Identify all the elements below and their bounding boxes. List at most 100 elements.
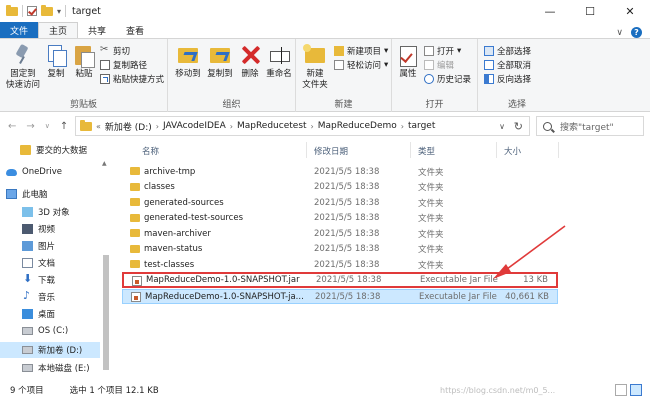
invert-selection-icon [484,74,494,84]
column-header-type[interactable]: 类型 [418,143,435,159]
item-count: 9 个项目 [10,386,44,396]
folder-icon [130,182,140,191]
organize-group: 移动到 复制到 删除 重命名 组织 [168,39,296,112]
copy-to-button[interactable]: 复制到 [206,43,234,80]
copy-icon [45,43,67,67]
new-folder-quick-icon[interactable] [41,4,53,16]
file-row[interactable]: test-classes 2021/5/5 18:38 文件夹 [122,257,558,272]
nav-item-drive-e[interactable]: 本地磁盘 (E:) [0,360,112,376]
video-icon [22,224,33,234]
nav-scrollbar[interactable]: ▲ [102,160,110,375]
ribbon-tabs: 文件 主页 共享 查看 ∨ ? [0,22,650,38]
file-list: 名称 修改日期 类型 大小 archive-tmp 2021/5/5 18:38… [118,140,650,380]
tab-view[interactable]: 查看 [116,22,154,38]
this-pc-icon [6,189,17,199]
search-box[interactable]: 搜索"target" [536,116,644,136]
nav-item-downloads[interactable]: 下载 [0,272,112,288]
paste-button[interactable]: 粘贴 [72,43,96,80]
address-bar[interactable]: « 新加卷 (D:) › JAVAcodeIDEA › MapReducetes… [75,116,530,136]
paste-shortcut-icon [100,74,110,84]
copy-path-button[interactable]: 复制路径 [100,59,147,71]
file-row[interactable]: maven-status 2021/5/5 18:38 文件夹 [122,242,558,257]
properties-button[interactable]: 属性 [396,43,420,80]
breadcrumb-target[interactable]: target [408,121,435,131]
minimize-button[interactable]: — [530,0,570,22]
breadcrumb-mapreducetest[interactable]: MapReducetest [237,121,307,131]
quick-access-dropdown-icon[interactable]: ▾ [57,7,61,16]
nav-item-drive-c[interactable]: OS (C:) [0,323,112,339]
cut-button[interactable]: 剪切 [100,44,130,57]
tab-home[interactable]: 主页 [38,22,79,38]
history-button[interactable]: 历史记录 [424,73,471,85]
nav-item-videos[interactable]: 视频 [0,221,112,237]
nav-item-documents[interactable]: 文档 [0,255,112,271]
new-item-button[interactable]: 新建项目 ▾ [334,45,388,57]
select-all-button[interactable]: 全部选择 [484,45,531,57]
invert-selection-button[interactable]: 反向选择 [484,73,531,85]
rename-button[interactable]: 重命名 [264,43,294,80]
forward-arrow-icon[interactable]: → [26,121,34,132]
nav-item-onedrive[interactable]: OneDrive [0,164,112,180]
file-row[interactable]: generated-sources 2021/5/5 18:38 文件夹 [122,195,558,210]
nav-item-desktop[interactable]: 桌面 [0,306,112,322]
copy-button[interactable]: 复制 [44,43,68,80]
tab-share[interactable]: 共享 [78,22,116,38]
file-row-selected[interactable]: MapReduceDemo-1.0-SNAPSHOT-ja... 2021/5/… [122,289,558,304]
file-row[interactable]: archive-tmp 2021/5/5 18:38 文件夹 [122,164,558,179]
edit-button[interactable]: 编辑 [424,59,454,71]
close-button[interactable]: ✕ [610,0,650,22]
refresh-icon[interactable]: ↻ [514,120,523,133]
recent-chevron-icon[interactable]: ∨ [45,122,50,130]
up-arrow-icon[interactable]: ↑ [60,121,68,132]
nav-item-3d-objects[interactable]: 3D 对象 [0,204,112,220]
title-bar: ▾ target — ☐ ✕ [0,0,650,22]
pin-quick-access-button[interactable]: 固定到 快速访问 [6,43,40,91]
file-row[interactable]: classes 2021/5/5 18:38 文件夹 [122,180,558,195]
maximize-button[interactable]: ☐ [570,0,610,22]
breadcrumb-javacodeidea[interactable]: JAVAcodeIDEA [163,121,226,131]
scroll-up-icon[interactable]: ▲ [102,160,107,167]
folder-icon [6,4,18,16]
nav-item-this-pc[interactable]: 此电脑 [0,186,112,202]
breadcrumb-drive-d[interactable]: 新加卷 (D:) [105,120,152,133]
nav-scroll-thumb[interactable] [103,255,109,370]
help-icon[interactable]: ? [631,27,642,38]
nav-item-pictures[interactable]: 图片 [0,238,112,254]
file-row[interactable]: generated-test-sources 2021/5/5 18:38 文件… [122,211,558,226]
properties-quick-icon[interactable] [27,6,37,16]
move-to-button[interactable]: 移动到 [174,43,202,80]
column-header-date[interactable]: 修改日期 [314,143,348,159]
folder-icon [20,145,31,155]
select-group: 全部选择 全部取消 反向选择 选择 [478,39,556,112]
easy-access-button[interactable]: 轻松访问 ▾ [334,59,388,71]
edit-icon [424,60,434,70]
documents-icon [22,258,33,268]
back-arrow-icon[interactable]: ← [8,121,16,132]
delete-button[interactable]: 删除 [238,43,262,80]
details-view-icon[interactable] [615,384,627,396]
column-header-size[interactable]: 大小 [504,143,521,159]
breadcrumb-mapreducedemo[interactable]: MapReduceDemo [318,121,397,131]
clipboard-group: 固定到 快速访问 复制 粘贴 剪切 复制路径 粘贴快捷方式 剪贴 [0,39,168,112]
select-none-button[interactable]: 全部取消 [484,59,531,71]
open-button[interactable]: 打开 ▾ [424,45,461,57]
file-row-highlighted[interactable]: MapReduceDemo-1.0-SNAPSHOT.jar 2021/5/5 … [122,272,558,288]
jar-file-icon [131,292,141,302]
paste-shortcut-button[interactable]: 粘贴快捷方式 [100,73,164,85]
nav-item-music[interactable]: 音乐 [0,289,112,305]
rename-icon [268,43,290,67]
address-dropdown-icon[interactable]: ∨ [499,122,505,131]
column-header-name[interactable]: 名称 [142,143,159,159]
nav-item-bigdata[interactable]: 要交的大数据 [0,142,112,158]
ribbon-expand-icon[interactable]: ∨ [616,28,623,38]
new-folder-icon [303,43,326,67]
nav-item-drive-d[interactable]: 新加卷 (D:) [0,342,100,358]
folder-icon [130,260,140,268]
file-row[interactable]: maven-archiver 2021/5/5 18:38 文件夹 [122,226,558,241]
large-icons-view-icon[interactable] [630,384,642,396]
select-none-icon [484,60,494,70]
tab-file[interactable]: 文件 [0,22,38,38]
scissors-icon [100,44,110,56]
new-folder-button[interactable]: 新建 文件夹 [300,43,330,91]
drive-icon [22,327,33,335]
